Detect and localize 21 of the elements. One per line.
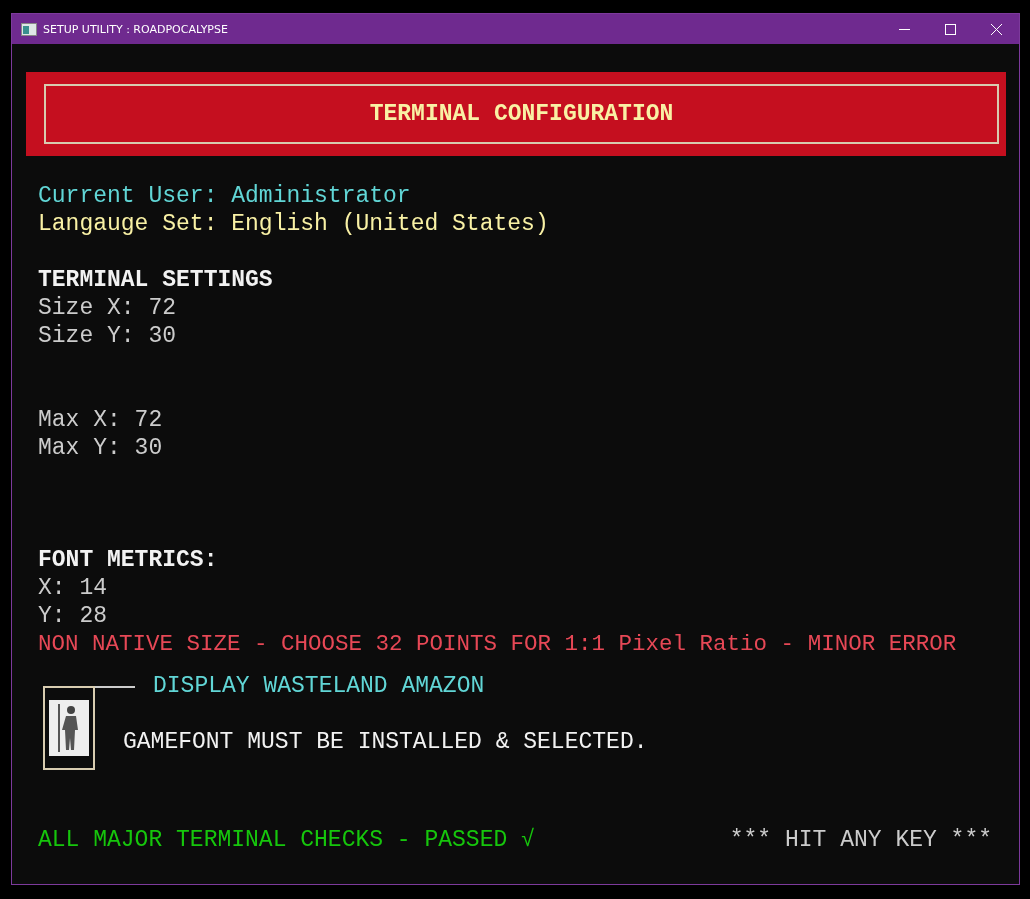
maximize-icon: [944, 23, 956, 35]
section-heading: TERMINAL SETTINGS: [38, 266, 274, 294]
window-title: SETUP UTILITY : ROADPOCALYPSE: [43, 22, 228, 36]
info-line: Langauge Set: English (United States): [38, 210, 550, 238]
metric-line: Y: 28: [38, 602, 108, 630]
font-notice: GAMEFONT MUST BE INSTALLED & SELECTED.: [123, 728, 648, 756]
key-prompt: *** HIT ANY KEY ***: [729, 826, 992, 854]
checks-status: ALL MAJOR TERMINAL CHECKS - PASSED √: [38, 826, 535, 854]
section-heading: FONT METRICS:: [38, 546, 219, 574]
banner-title: TERMINAL CONFIGURATION: [369, 101, 674, 127]
warning-message: NON NATIVE SIZE - CHOOSE 32 POINTS FOR 1:1 Pixel Ratio - MINOR ERROR: [38, 630, 958, 658]
info-line: Current User: Administrator: [38, 182, 412, 210]
close-icon: [990, 23, 1002, 35]
setting-line: Size Y: 30: [38, 322, 178, 350]
figure-drawing: [49, 700, 89, 756]
setting-line: Max X: 72: [38, 406, 164, 434]
setting-line: Size X: 72: [38, 294, 178, 322]
metric-line: X: 14: [38, 574, 108, 602]
setting-line: Max Y: 30: [38, 434, 164, 462]
display-title: DISPLAY WASTELAND AMAZON: [153, 672, 485, 700]
window-icon: [21, 22, 37, 36]
